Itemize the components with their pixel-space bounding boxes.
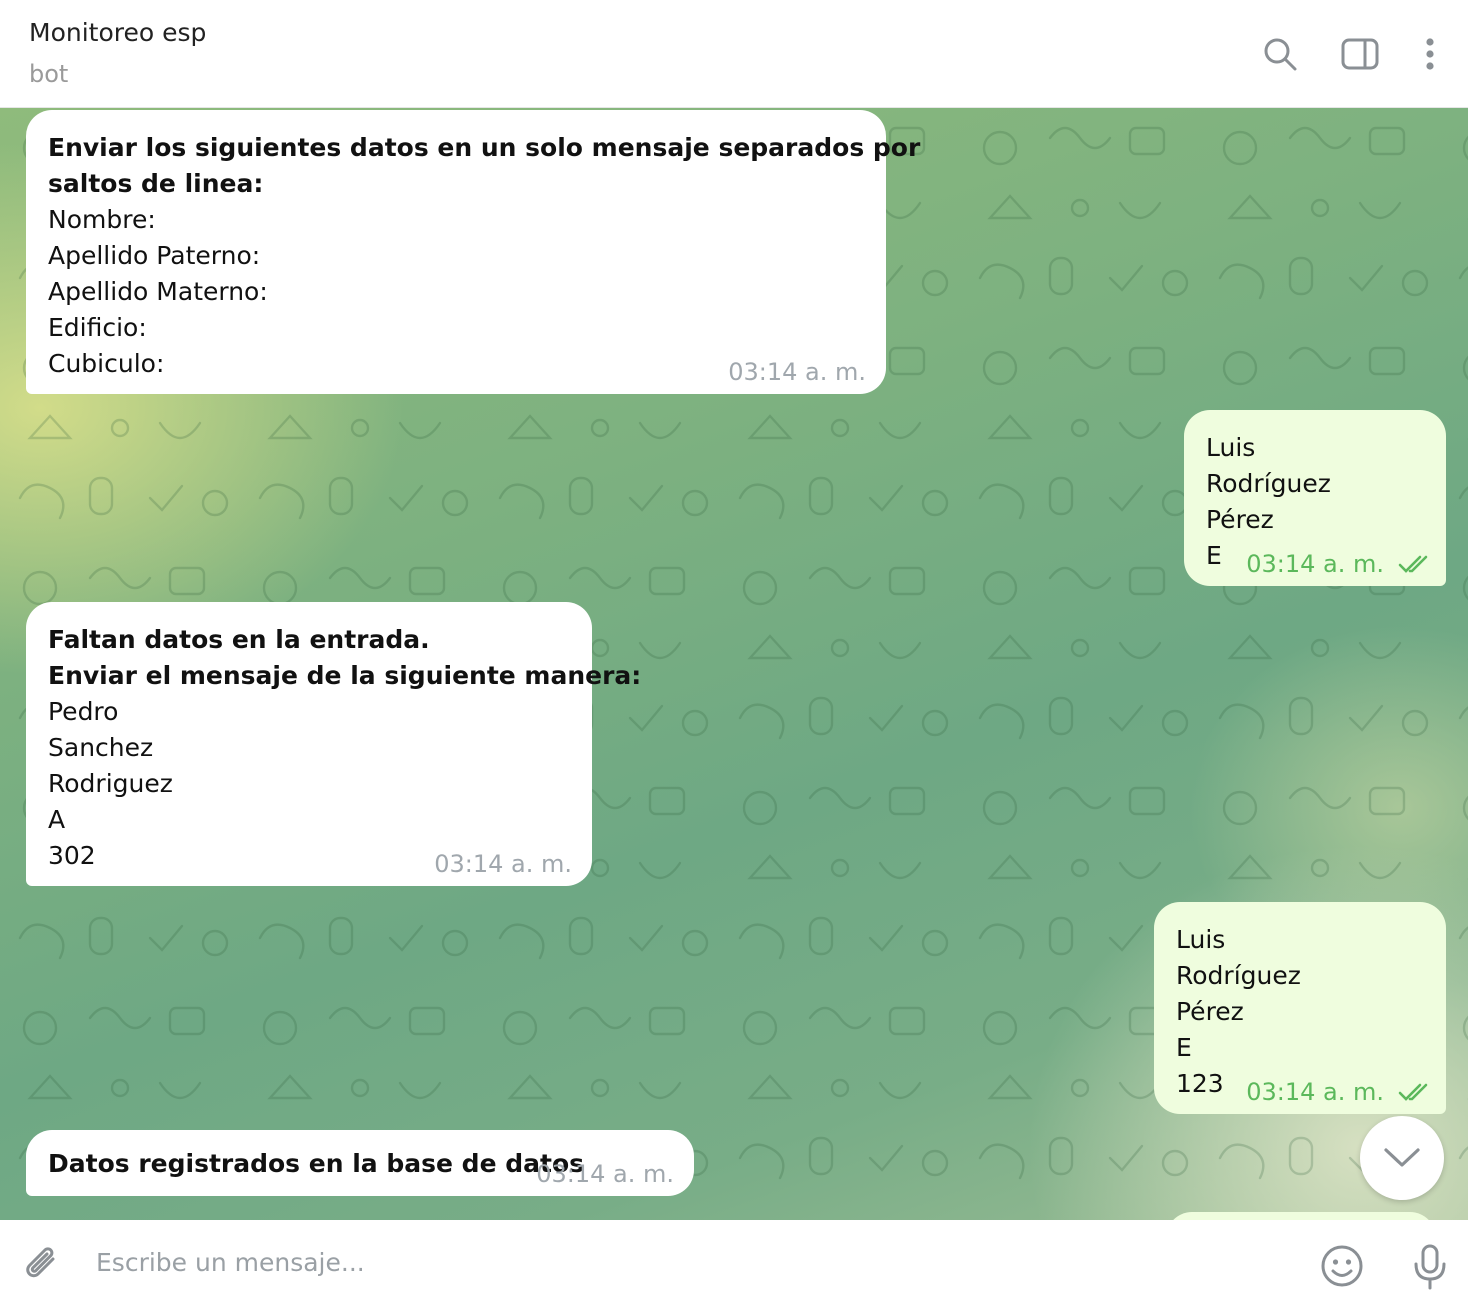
message-line: Luis [1206,433,1256,462]
message-bubble-outgoing[interactable]: Luis Rodríguez Pérez E 123 03:14 a. m. [1154,902,1446,1114]
message-line: Rodríguez [1206,469,1331,498]
message-line: A [48,805,66,834]
message-time: 03:14 a. m. [434,850,572,878]
message-time: 03:14 a. m. [1246,550,1384,578]
scroll-to-bottom-button[interactable] [1360,1116,1444,1200]
message-line: saltos de linea: [48,169,264,198]
message-bubble-incoming[interactable]: Faltan datos en la entrada. Enviar el me… [26,602,642,886]
message-bubble-incoming[interactable]: Datos registrados en la base de datos 03… [26,1130,694,1196]
chat-messages-area[interactable]: Enviar los siguientes datos en un solo m… [0,108,1468,1220]
message-bubble-outgoing[interactable]: Luis Rodríguez Pérez E 03:14 a. m. [1184,410,1446,586]
message-time-row: 03:14 a. m. [1246,1078,1434,1106]
message-bubble-incoming[interactable]: Enviar los siguientes datos en un solo m… [26,110,921,394]
message-composer [0,1220,1468,1300]
chat-title[interactable]: Monitoreo esp [29,18,206,47]
message-time: 03:14 a. m. [1246,1078,1384,1106]
emoji-icon[interactable] [1318,1242,1366,1290]
chat-header: Monitoreo esp bot [0,0,1468,108]
double-check-read-icon [1398,555,1428,573]
message-line: E [1176,1033,1192,1062]
microphone-icon[interactable] [1408,1242,1452,1292]
attach-icon[interactable] [20,1242,66,1288]
message-time-row: 03:14 a. m. [1246,550,1434,578]
search-icon[interactable] [1258,30,1302,78]
message-line: Enviar los siguientes datos en un solo m… [48,133,921,162]
message-line: Apellido Paterno: [48,241,261,270]
message-line: Pérez [1176,997,1244,1026]
more-vertical-icon[interactable] [1408,30,1452,78]
message-line: Faltan datos en la entrada. [48,625,430,654]
message-line: Edificio: [48,313,147,342]
message-line: Nombre: [48,205,156,234]
chat-subtitle: bot [29,60,69,88]
message-line: Enviar el mensaje de la siguiente manera… [48,661,642,690]
message-line: Luis [1176,925,1226,954]
chevron-down-icon [1384,1148,1420,1167]
message-time: 03:14 a. m. [536,1160,674,1188]
message-line: Rodriguez [48,769,173,798]
message-input[interactable] [96,1242,1276,1282]
message-line: Rodríguez [1176,961,1301,990]
sidebar-toggle-icon[interactable] [1338,30,1382,78]
message-line: Apellido Materno: [48,277,268,306]
message-line: Pedro [48,697,119,726]
message-time: 03:14 a. m. [728,358,866,386]
message-bubble-partial [1166,1212,1436,1220]
double-check-read-icon [1398,1083,1428,1101]
message-line: Sanchez [48,733,154,762]
message-line: Pérez [1206,505,1274,534]
